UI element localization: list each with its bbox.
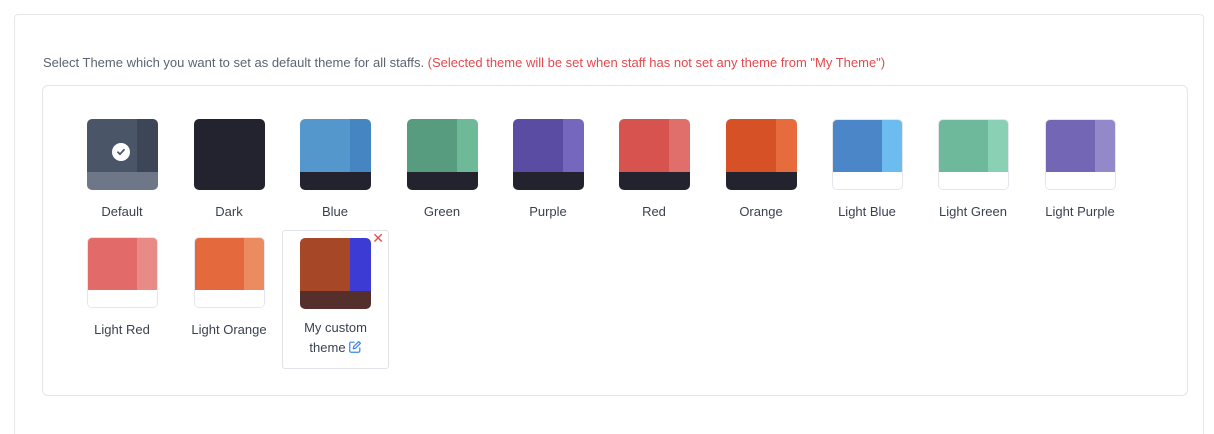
theme-label: Light Red: [94, 322, 150, 337]
custom-theme-card[interactable]: ✕ My custom theme: [282, 230, 389, 369]
swatch-bottom-color: [87, 290, 157, 307]
theme-swatch[interactable]: [512, 119, 584, 190]
theme-swatch[interactable]: [193, 119, 265, 190]
theme-option-red[interactable]: Red: [604, 119, 704, 221]
theme-swatch[interactable]: [86, 237, 158, 308]
check-icon: [111, 143, 130, 161]
custom-theme-swatch[interactable]: [300, 238, 371, 309]
swatch-side-color: [1094, 120, 1115, 172]
swatch-bottom-color: [300, 291, 371, 309]
swatch-bottom-color: [299, 172, 371, 190]
theme-label: Purple: [529, 204, 567, 219]
swatch-side-color: [349, 119, 371, 172]
swatch-side-color: [243, 119, 265, 172]
theme-swatch[interactable]: [831, 119, 903, 190]
swatch-bottom-color: [1045, 172, 1115, 189]
swatch-bottom-color: [512, 172, 584, 190]
theme-option-orange[interactable]: Orange: [711, 119, 811, 221]
theme-swatch[interactable]: [937, 119, 1009, 190]
theme-option-light-orange[interactable]: Light Orange: [179, 237, 279, 339]
theme-swatch[interactable]: [86, 119, 158, 190]
swatch-side-color: [562, 119, 584, 172]
swatch-bottom-color: [193, 172, 265, 190]
theme-label: Default: [101, 204, 143, 219]
swatch-main-color: [1045, 120, 1095, 172]
theme-option-default[interactable]: Default: [72, 119, 172, 221]
theme-label: Light Green: [939, 204, 1007, 219]
custom-theme-label: My custom theme: [283, 318, 388, 360]
swatch-side-color: [775, 119, 797, 172]
theme-option-dark[interactable]: Dark: [179, 119, 279, 221]
swatch-main-color: [618, 119, 669, 172]
custom-theme-label-line2: theme: [309, 340, 346, 355]
swatch-bottom-color: [938, 172, 1008, 189]
theme-swatch[interactable]: [618, 119, 690, 190]
swatch-bottom-color: [406, 172, 478, 190]
swatch-bottom-color: [194, 290, 264, 307]
swatch-side-color: [136, 119, 158, 172]
instruction-note: (Selected theme will be set when staff h…: [427, 55, 886, 70]
swatch-main-color: [299, 119, 350, 172]
theme-swatch[interactable]: [1044, 119, 1116, 190]
theme-label: Orange: [739, 204, 783, 219]
theme-label: Light Purple: [1045, 204, 1115, 219]
swatch-bottom-color: [725, 172, 797, 190]
theme-option-light-purple[interactable]: Light Purple: [1030, 119, 1130, 221]
theme-swatch[interactable]: [299, 119, 371, 190]
swatch-main-color: [300, 238, 350, 291]
swatch-main-color: [87, 238, 137, 290]
theme-label: Green: [423, 204, 461, 219]
theme-swatch[interactable]: [406, 119, 478, 190]
swatch-main-color: [193, 119, 244, 172]
theme-instruction: Select Theme which you want to set as de…: [43, 55, 885, 70]
swatch-main-color: [194, 238, 244, 290]
swatch-main-color: [86, 119, 137, 172]
swatch-side-color: [881, 120, 902, 172]
theme-label: Blue: [321, 204, 349, 219]
theme-option-light-red[interactable]: Light Red: [72, 237, 172, 339]
theme-label: Red: [642, 204, 666, 219]
theme-option-light-blue[interactable]: Light Blue: [817, 119, 917, 221]
swatch-main-color: [512, 119, 563, 172]
theme-swatch[interactable]: [725, 119, 797, 190]
instruction-text: Select Theme which you want to set as de…: [43, 55, 428, 70]
theme-option-purple[interactable]: Purple: [498, 119, 598, 221]
swatch-side-color: [243, 238, 264, 290]
theme-label: Light Orange: [191, 322, 267, 337]
swatch-side-color: [456, 119, 478, 172]
theme-swatch[interactable]: [193, 237, 265, 308]
swatch-side-color: [350, 238, 371, 291]
close-icon[interactable]: ✕: [372, 231, 384, 245]
swatch-bottom-color: [618, 172, 690, 190]
theme-label: Dark: [215, 204, 243, 219]
custom-theme-label-line1: My custom: [304, 320, 367, 335]
swatch-side-color: [668, 119, 690, 172]
swatch-main-color: [725, 119, 776, 172]
swatch-bottom-color: [86, 172, 158, 190]
swatch-main-color: [938, 120, 988, 172]
theme-label: Light Blue: [838, 204, 896, 219]
theme-option-blue[interactable]: Blue: [285, 119, 385, 221]
swatch-main-color: [406, 119, 457, 172]
edit-icon[interactable]: [348, 340, 362, 360]
swatch-main-color: [832, 120, 882, 172]
swatch-side-color: [987, 120, 1008, 172]
theme-option-light-green[interactable]: Light Green: [923, 119, 1023, 221]
theme-option-green[interactable]: Green: [392, 119, 492, 221]
swatch-bottom-color: [832, 172, 902, 189]
swatch-side-color: [136, 238, 157, 290]
